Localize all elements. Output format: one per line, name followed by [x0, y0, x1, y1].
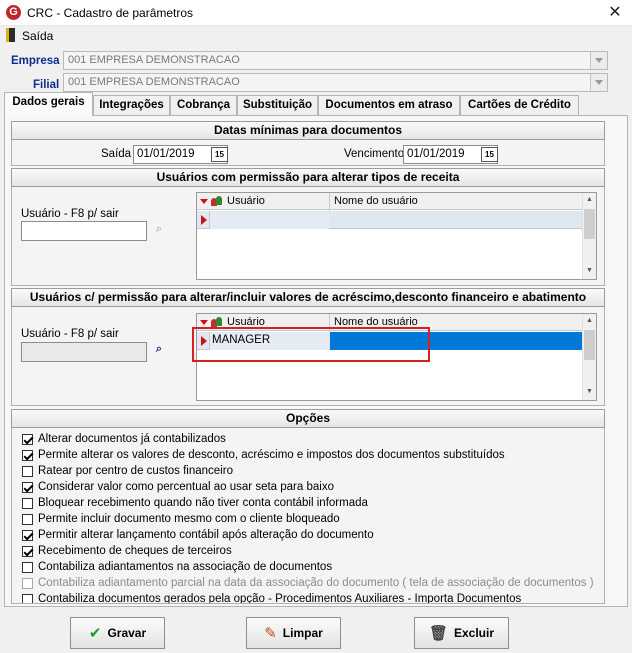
menu-bar — [0, 26, 632, 46]
branch-label: Filial — [33, 79, 60, 91]
vertical-scrollbar[interactable]: ▲ ▼ — [582, 314, 596, 400]
tab-cartoes-de-credito[interactable]: Cartões de Crédito — [460, 95, 579, 115]
revenue-user-input[interactable] — [21, 221, 147, 241]
checkbox[interactable] — [22, 498, 33, 509]
tab-cobranca[interactable]: Cobrança — [170, 95, 237, 115]
branch-value: 001 EMPRESA DEMONSTRACAO — [68, 76, 240, 88]
option-label: Contabiliza adiantamentos na associação … — [38, 561, 333, 573]
checkbox[interactable] — [22, 562, 33, 573]
sort-indicator-icon — [200, 320, 208, 325]
checkbox[interactable] — [22, 530, 33, 541]
cell-user-name[interactable] — [330, 211, 582, 229]
highlight-annotation — [192, 327, 430, 362]
company-select[interactable]: 001 EMPRESA DEMONSTRACAO — [63, 51, 608, 70]
checkbox[interactable] — [22, 482, 33, 493]
checkbox[interactable] — [22, 514, 33, 525]
close-button[interactable]: ✕ — [602, 2, 628, 24]
current-row-indicator-icon — [201, 215, 207, 225]
scroll-up-icon[interactable]: ▲ — [586, 196, 593, 203]
column-header-user-name[interactable]: Nome do usuário — [334, 195, 418, 207]
users-group-icon — [211, 195, 223, 207]
company-value: 001 EMPRESA DEMONSTRACAO — [68, 54, 240, 66]
option-label: Considerar valor como percentual ao usar… — [38, 481, 334, 493]
discount-user-input[interactable] — [21, 342, 147, 362]
scroll-up-icon[interactable]: ▲ — [586, 317, 593, 324]
discount-users-header: Usuários c/ permissão para alterar/inclu… — [11, 288, 605, 307]
delete-button-label: Excluir — [454, 626, 495, 640]
checkbox[interactable] — [22, 546, 33, 557]
checkbox[interactable] — [22, 466, 33, 477]
branch-select[interactable]: 001 EMPRESA DEMONSTRACAO — [63, 73, 608, 92]
option-label: Alterar documentos já contabilizados — [38, 433, 226, 445]
tab-substituicao[interactable]: Substituição — [237, 95, 318, 115]
revenue-users-header: Usuários com permissão para alterar tipo… — [11, 168, 605, 187]
option-label: Ratear por centro de custos financeiro — [38, 465, 233, 477]
calendar-icon[interactable]: 15 — [481, 147, 498, 162]
option-label: Permite alterar os valores de desconto, … — [38, 449, 505, 461]
binoculars-icon[interactable]: ⌕ — [150, 343, 168, 359]
option-label: Permite incluir documento mesmo com o cl… — [38, 513, 340, 525]
option-label: Bloquear recebimento quando não tiver co… — [38, 497, 368, 509]
trash-icon: 🗑 — [428, 625, 448, 642]
branch-dropdown-button[interactable] — [590, 74, 607, 91]
due-date-label: Vencimento — [344, 148, 405, 160]
discount-user-input-label: Usuário - F8 p/ sair — [21, 328, 119, 340]
options-header: Opções — [11, 409, 605, 428]
exit-date-value: 01/01/2019 — [137, 148, 195, 160]
due-date-value: 01/01/2019 — [407, 148, 465, 160]
binoculars-icon[interactable]: ⌕ — [150, 223, 168, 239]
scroll-thumb[interactable] — [584, 209, 595, 239]
column-header-user[interactable]: Usuário — [227, 195, 265, 207]
option-label: Recebimento de cheques de terceiros — [38, 545, 232, 557]
tab-dados-gerais[interactable]: Dados gerais — [4, 92, 93, 116]
calendar-icon[interactable]: 15 — [211, 147, 228, 162]
clear-button-label: Limpar — [282, 626, 323, 640]
save-button-label: Gravar — [107, 626, 147, 640]
min-dates-header: Datas mínimas para documentos — [11, 121, 605, 140]
revenue-users-grid: Usuário Nome do usuário ▲ ▼ — [196, 192, 597, 280]
checkbox[interactable] — [22, 578, 33, 589]
broom-icon: ✎ — [264, 625, 277, 642]
tab-documentos-em-atraso[interactable]: Documentos em atraso — [318, 95, 460, 115]
door-exit-icon — [6, 28, 15, 42]
company-dropdown-button[interactable] — [590, 52, 607, 69]
revenue-user-input-label: Usuário - F8 p/ sair — [21, 208, 119, 220]
checkbox[interactable] — [22, 434, 33, 445]
option-label: Contabiliza adiantamento parcial na data… — [38, 577, 594, 589]
option-label: Permitir alterar lançamento contábil apó… — [38, 529, 374, 541]
app-logo-icon: G — [6, 5, 21, 20]
scroll-down-icon[interactable]: ▼ — [586, 388, 593, 395]
save-button[interactable]: ✔ Gravar — [70, 617, 165, 649]
company-label: Empresa — [11, 55, 60, 67]
menu-item-exit[interactable]: Saída — [22, 29, 53, 43]
options-group: Alterar documentos já contabilizados Perm… — [11, 428, 605, 604]
exit-date-label: Saída — [101, 148, 132, 160]
vertical-scrollbar[interactable]: ▲ ▼ — [582, 193, 596, 279]
cell-user[interactable] — [209, 211, 329, 229]
sort-indicator-icon — [200, 199, 208, 204]
scroll-down-icon[interactable]: ▼ — [586, 267, 593, 274]
tab-integracoes[interactable]: Integrações — [93, 95, 170, 115]
scroll-thumb[interactable] — [584, 330, 595, 360]
window-title: CRC - Cadastro de parâmetros — [27, 6, 194, 20]
delete-button[interactable]: 🗑 Excluir — [414, 617, 509, 649]
clear-button[interactable]: ✎ Limpar — [246, 617, 341, 649]
checkmark-icon: ✔ — [88, 625, 102, 642]
checkbox[interactable] — [22, 450, 33, 461]
